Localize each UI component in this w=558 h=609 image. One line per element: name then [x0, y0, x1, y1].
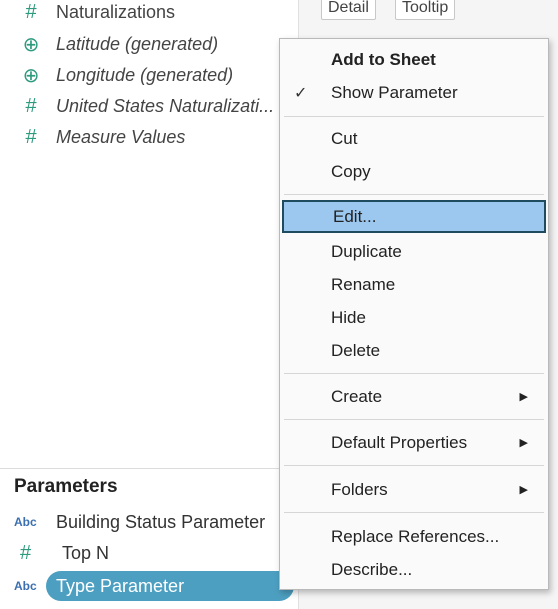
menu-item-label: Default Properties — [331, 432, 468, 452]
field-label: Naturalizations — [56, 1, 176, 22]
submenu-arrow-icon: ▶ — [519, 437, 528, 449]
menu-item-label: Cut — [331, 128, 358, 148]
menu-item-label: Folders — [331, 479, 388, 499]
menu-item-label: Copy — [331, 161, 371, 181]
field-label: United States Naturalizati... — [56, 95, 275, 116]
menu-item-label: Delete — [331, 340, 381, 360]
menu-item-hide[interactable]: Hide — [280, 301, 548, 334]
field-longitude[interactable]: ⊕ Longitude (generated) — [0, 60, 234, 90]
menu-item-label: Create — [331, 386, 383, 406]
menu-item-label: Describe... — [331, 559, 413, 579]
menu-item-label: Duplicate — [331, 241, 402, 261]
field-naturalizations[interactable]: # Naturalizations — [0, 0, 175, 27]
globe-icon: ⊕ — [22, 33, 40, 56]
parameter-label: Building Status Parameter — [56, 511, 266, 532]
menu-item-edit[interactable]: Edit... — [282, 200, 546, 233]
menu-item-label: Hide — [331, 307, 366, 327]
parameter-label: Type Parameter — [56, 575, 185, 596]
string-type-icon: Abc — [14, 515, 37, 529]
menu-separator — [284, 512, 544, 513]
parameter-building-status[interactable]: Abc Building Status Parameter — [0, 507, 265, 537]
menu-item-delete[interactable]: Delete — [280, 334, 548, 367]
menu-item-default-properties[interactable]: Default Properties ▶ — [280, 426, 548, 459]
parameter-top-n[interactable]: # Top N — [0, 538, 109, 568]
menu-separator — [284, 194, 544, 195]
menu-separator — [284, 419, 544, 420]
menu-item-folders[interactable]: Folders ▶ — [280, 473, 548, 506]
field-latitude[interactable]: ⊕ Latitude (generated) — [0, 29, 219, 59]
menu-separator — [284, 373, 544, 374]
menu-item-label: Replace References... — [331, 526, 500, 546]
menu-item-label: Edit... — [333, 206, 377, 226]
menu-item-add-to-sheet[interactable]: Add to Sheet — [280, 43, 548, 76]
number-type-icon: # — [20, 541, 32, 564]
data-pane: # Naturalizations ⊕ Latitude (generated)… — [0, 0, 298, 609]
menu-item-rename[interactable]: Rename — [280, 268, 548, 301]
field-label: Measure Values — [56, 126, 186, 147]
parameter-type[interactable]: Abc Type Parameter — [0, 571, 184, 601]
globe-icon: ⊕ — [22, 64, 40, 87]
field-label: Latitude (generated) — [56, 33, 219, 54]
menu-separator — [284, 465, 544, 466]
menu-item-describe[interactable]: Describe... — [280, 553, 548, 586]
parameter-label: Top N — [62, 542, 110, 563]
menu-item-show-parameter[interactable]: ✓ Show Parameter — [280, 76, 548, 109]
measure-hash-icon: # — [25, 125, 37, 148]
menu-item-duplicate[interactable]: Duplicate — [280, 235, 548, 268]
menu-item-label: Add to Sheet — [331, 49, 436, 69]
measure-hash-icon: # — [25, 94, 37, 117]
field-us-naturalizations[interactable]: # United States Naturalizati... — [0, 91, 274, 121]
string-type-icon: Abc — [14, 579, 37, 593]
detail-shelf-button[interactable]: Detail — [321, 0, 376, 20]
menu-item-label: Rename — [331, 274, 396, 294]
measure-hash-icon: # — [25, 0, 37, 23]
menu-item-cut[interactable]: Cut — [280, 122, 548, 155]
menu-item-create[interactable]: Create ▶ — [280, 380, 548, 413]
menu-item-replace-references[interactable]: Replace References... — [280, 520, 548, 553]
tooltip-shelf-button[interactable]: Tooltip — [395, 0, 456, 20]
menu-separator — [284, 116, 544, 117]
checkmark-icon: ✓ — [294, 84, 308, 102]
submenu-arrow-icon: ▶ — [519, 484, 528, 496]
submenu-arrow-icon: ▶ — [519, 391, 528, 403]
menu-item-copy[interactable]: Copy — [280, 155, 548, 188]
divider — [0, 468, 298, 469]
menu-item-label: Show Parameter — [331, 82, 458, 102]
context-menu: Add to Sheet ✓ Show Parameter Cut Copy E… — [279, 38, 549, 590]
field-label: Longitude (generated) — [56, 64, 234, 85]
parameters-header: Parameters — [14, 476, 118, 497]
field-measure-values[interactable]: # Measure Values — [0, 122, 185, 152]
